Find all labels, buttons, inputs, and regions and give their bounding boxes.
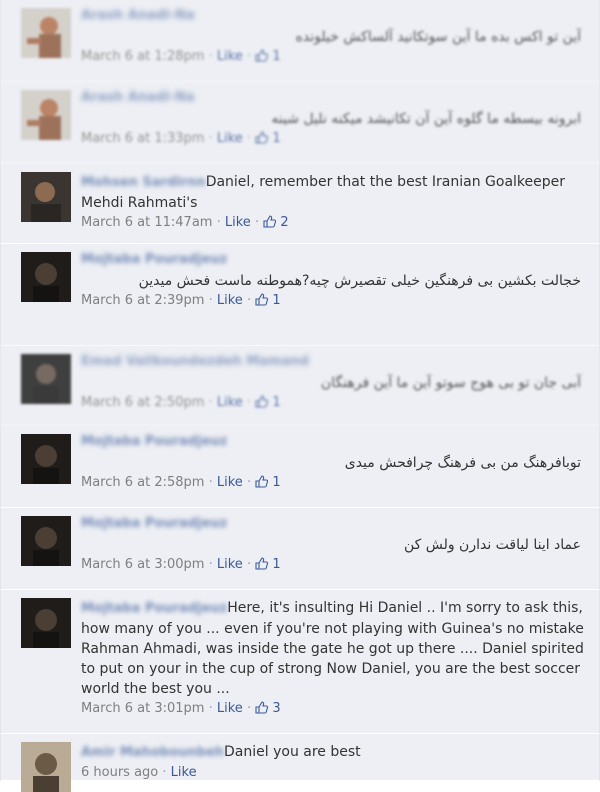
comment-body: Mojtaba Pouradjeuz خجالت بکشین بی فرهنگی… xyxy=(81,252,591,308)
comment-text: عماد اینا لیاقت ندارن ولش کن xyxy=(403,537,581,553)
comment-item: Mojtaba PouradjeuzHere, it's insulting H… xyxy=(1,590,599,734)
comment-text: آبی جان تو بی هوج سوتو آين ما آين فرهنگا… xyxy=(320,375,581,391)
comment-body: Emad Valikoundezdeh Mamand آبی جان تو بی… xyxy=(81,354,591,410)
comment-text: خجالت بکشین بی فرهنگین خیلی تقصیرش چیه?ه… xyxy=(138,273,581,289)
comment-text: ابرونه بیسطه ما گلوه آين آن تکانیشد میکن… xyxy=(271,111,581,127)
comment-author[interactable]: Emad Valikoundezdeh Mamand xyxy=(81,354,591,369)
comment-text: Daniel you are best xyxy=(224,744,361,760)
comment-author[interactable]: Mohsen Sardirnn xyxy=(81,173,206,193)
thumbs-up-icon[interactable] xyxy=(255,475,269,488)
comment-body: Arash Anadi-Na آين تو اکس بده ما آين سوت… xyxy=(81,8,591,64)
comment-author[interactable]: Amir Mahobounbeh xyxy=(81,743,224,763)
comment-time[interactable]: March 6 at 2:58pm xyxy=(81,475,204,490)
comment-item: Mohsen SardirnnDaniel, remember that the… xyxy=(1,164,599,244)
comment-meta: March 6 at 1:28pm · Like · 1 xyxy=(81,49,281,64)
comment-author[interactable]: Arash Anadi-Na xyxy=(81,90,591,105)
like-link[interactable]: Like xyxy=(217,395,243,410)
comment-time[interactable]: 6 hours ago xyxy=(81,765,158,780)
avatar[interactable] xyxy=(21,516,71,566)
thumbs-up-icon[interactable] xyxy=(255,557,269,570)
comment-item: Arash Anadi-Na آين تو اکس بده ما آين سوت… xyxy=(1,0,599,82)
like-link[interactable]: Like xyxy=(225,215,251,230)
like-count[interactable]: 1 xyxy=(272,475,280,490)
comment-item: Mojtaba Pouradjeuz عماد اینا لیاقت ندارن… xyxy=(1,508,599,590)
like-count[interactable]: 1 xyxy=(272,49,280,64)
like-count[interactable]: 1 xyxy=(272,131,280,146)
avatar[interactable] xyxy=(21,434,71,484)
comment-meta: March 6 at 3:01pm · Like · 3 xyxy=(81,701,281,716)
like-link[interactable]: Like xyxy=(217,475,243,490)
avatar[interactable] xyxy=(21,172,71,222)
comment-body: Mojtaba Pouradjeuz عماد اینا لیاقت ندارن… xyxy=(81,516,591,572)
like-count[interactable]: 1 xyxy=(272,395,280,410)
like-link[interactable]: Like xyxy=(217,701,243,716)
comment-meta: March 6 at 2:50pm · Like · 1 xyxy=(81,395,281,410)
comment-time[interactable]: March 6 at 3:00pm xyxy=(81,557,204,572)
comment-body: Arash Anadi-Na ابرونه بیسطه ما گلوه آين … xyxy=(81,90,591,146)
comment-text: آين تو اکس بده ما آين سوتکانيد آلساکش خي… xyxy=(295,29,581,45)
like-link[interactable]: Like xyxy=(217,131,243,146)
comment-meta: March 6 at 3:00pm · Like · 1 xyxy=(81,557,281,572)
comment-time[interactable]: March 6 at 2:39pm xyxy=(81,293,204,308)
like-count[interactable]: 3 xyxy=(272,701,280,716)
comment-item: Amir MahobounbehDaniel you are best 6 ho… xyxy=(1,734,599,792)
comment-item: Arash Anadi-Na ابرونه بیسطه ما گلوه آين … xyxy=(1,82,599,164)
comment-item: Mojtaba Pouradjeuz خجالت بکشین بی فرهنگی… xyxy=(1,244,599,346)
thumbs-up-icon[interactable] xyxy=(255,131,269,144)
comment-item: Mojtaba Pouradjeuz توبافرهنگ من بی فرهنگ… xyxy=(1,426,599,508)
comments-feed: Arash Anadi-Na آين تو اکس بده ما آين سوت… xyxy=(0,0,600,792)
comment-author[interactable]: Mojtaba Pouradjeuz xyxy=(81,252,591,267)
like-count[interactable]: 1 xyxy=(272,557,280,572)
comment-author[interactable]: Mojtaba Pouradjeuz xyxy=(81,599,227,619)
like-count[interactable]: 2 xyxy=(280,215,288,230)
comment-meta: March 6 at 1:33pm · Like · 1 xyxy=(81,131,281,146)
comment-meta: March 6 at 11:47am · Like · 2 xyxy=(81,215,289,230)
like-link[interactable]: Like xyxy=(217,49,243,64)
comment-body: Amir MahobounbehDaniel you are best 6 ho… xyxy=(81,742,591,780)
comment-author[interactable]: Mojtaba Pouradjeuz xyxy=(81,516,591,531)
avatar[interactable] xyxy=(21,742,71,792)
comment-time[interactable]: March 6 at 3:01pm xyxy=(81,701,204,716)
thumbs-up-icon[interactable] xyxy=(255,395,269,408)
comment-body: Mojtaba Pouradjeuz توبافرهنگ من بی فرهنگ… xyxy=(81,434,591,490)
like-link[interactable]: Like xyxy=(217,293,243,308)
like-link[interactable]: Like xyxy=(217,557,243,572)
comment-time[interactable]: March 6 at 2:50pm xyxy=(81,395,204,410)
comment-time[interactable]: March 6 at 1:33pm xyxy=(81,131,204,146)
like-count[interactable]: 1 xyxy=(272,293,280,308)
comment-meta: March 6 at 2:58pm · Like · 1 xyxy=(81,475,281,490)
avatar[interactable] xyxy=(21,90,71,140)
thumbs-up-icon[interactable] xyxy=(263,215,277,228)
avatar[interactable] xyxy=(21,598,71,648)
comment-time[interactable]: March 6 at 11:47am xyxy=(81,215,212,230)
comment-author[interactable]: Mojtaba Pouradjeuz xyxy=(81,434,591,449)
comment-item: Emad Valikoundezdeh Mamand آبی جان تو بی… xyxy=(1,346,599,426)
comment-time[interactable]: March 6 at 1:28pm xyxy=(81,49,204,64)
avatar[interactable] xyxy=(21,8,71,58)
comment-meta: 6 hours ago · Like xyxy=(81,765,197,780)
comment-text: توبافرهنگ من بی فرهنگ چرافحش میدی xyxy=(344,455,581,471)
thumbs-up-icon[interactable] xyxy=(255,293,269,306)
comment-body: Mohsen SardirnnDaniel, remember that the… xyxy=(81,172,591,230)
like-link[interactable]: Like xyxy=(171,765,197,780)
thumbs-up-icon[interactable] xyxy=(255,701,269,714)
comment-author[interactable]: Arash Anadi-Na xyxy=(81,8,591,23)
avatar[interactable] xyxy=(21,252,71,302)
comment-body: Mojtaba PouradjeuzHere, it's insulting H… xyxy=(81,598,591,716)
avatar[interactable] xyxy=(21,354,71,404)
comment-meta: March 6 at 2:39pm · Like · 1 xyxy=(81,293,281,308)
thumbs-up-icon[interactable] xyxy=(255,49,269,62)
